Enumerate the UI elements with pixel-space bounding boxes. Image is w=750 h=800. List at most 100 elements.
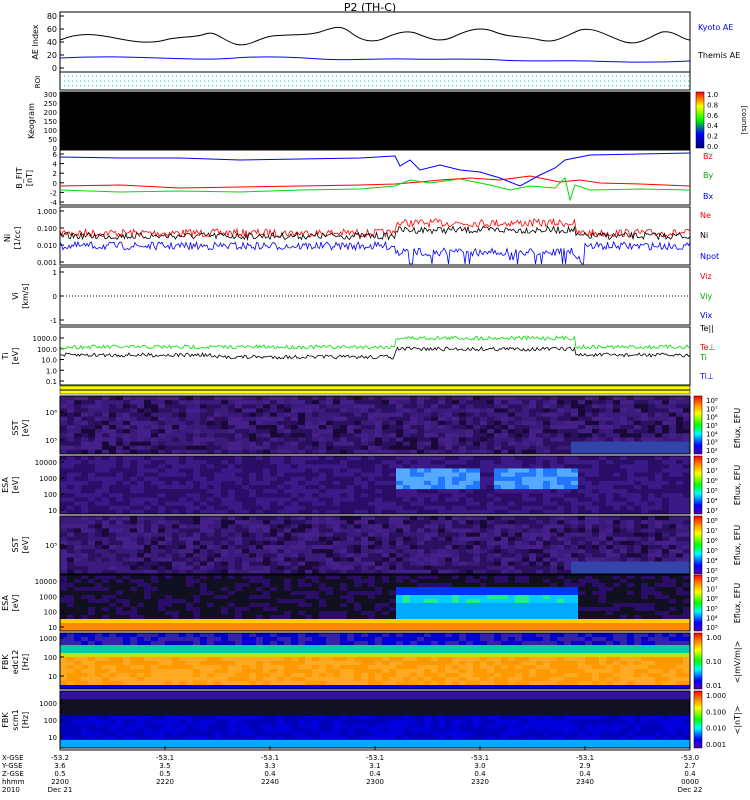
- spectrogram-cell: [186, 497, 194, 503]
- spectrogram-cell: [221, 420, 229, 426]
- spectrogram-cell: [165, 599, 173, 604]
- spectrogram-cell: [459, 505, 467, 511]
- spectrogram-cell: [417, 480, 425, 486]
- spectrogram-cell: [298, 565, 306, 571]
- spectrogram-cell: [291, 611, 299, 616]
- spectrogram-cell: [144, 532, 152, 538]
- spectrogram-cell: [193, 579, 201, 584]
- spectrogram-cell: [361, 472, 369, 478]
- spectrogram-cell: [298, 416, 306, 422]
- spectrogram-cell: [452, 611, 460, 616]
- spectrogram-cell: [592, 404, 600, 409]
- spectrogram-cell: [60, 416, 68, 422]
- spectrogram-cell: [305, 619, 313, 624]
- spectrogram-cell: [466, 425, 474, 430]
- spectrogram-cell: [130, 489, 138, 494]
- spectrogram-cell: [403, 595, 411, 600]
- spectrogram-cell: [186, 623, 194, 628]
- spectrogram-cell: [165, 468, 173, 474]
- spectrogram-cell: [312, 445, 320, 451]
- spectrogram-cell: [305, 524, 313, 529]
- spectrogram-cell: [298, 505, 306, 511]
- spectrogram-cell: [557, 408, 565, 414]
- spectrogram-cell: [123, 540, 131, 546]
- spectrogram-cell: [389, 583, 397, 588]
- spectrogram-cell: [501, 476, 509, 482]
- spectrogram-cell: [263, 557, 271, 563]
- spectrogram-cell: [585, 468, 593, 474]
- spectrogram-cell: [417, 456, 425, 461]
- spectrogram-cell: [165, 464, 173, 469]
- spectrogram-cell: [200, 396, 208, 401]
- spectrogram-cell: [326, 501, 334, 507]
- spectrogram-cell: [242, 425, 250, 430]
- spectrogram-cell: [375, 480, 383, 486]
- spectrogram-cell: [249, 528, 257, 534]
- spectrogram-cell: [571, 603, 579, 608]
- spectrogram-cell: [375, 536, 383, 542]
- sst-ion-spectrogram: 10⁸10⁷10⁶10⁵10⁴10³10⁵: [45, 515, 718, 575]
- spectrogram-cell: [375, 445, 383, 451]
- spectrogram-cell: [277, 540, 285, 546]
- spectrogram-colorbar: [693, 515, 703, 575]
- spectrogram-cell: [557, 579, 565, 584]
- spectrogram-cell: [578, 493, 586, 498]
- spectrogram-cell: [473, 472, 481, 478]
- spectrogram-cell: [130, 599, 138, 604]
- spectrogram-cell: [81, 437, 89, 443]
- spectrogram-cell: [249, 489, 257, 494]
- spectrogram-cell: [305, 583, 313, 588]
- spectrogram-cell: [543, 579, 551, 584]
- spectrogram-cell: [592, 396, 600, 401]
- spectrogram-cell: [452, 505, 460, 511]
- spectrogram-cell: [459, 579, 467, 584]
- spectrogram-cell: [410, 528, 418, 534]
- spectrogram-cell: [494, 549, 502, 554]
- spectrogram-cell: [333, 429, 341, 434]
- spectrogram-cell: [312, 536, 320, 542]
- spectrogram-cell: [683, 404, 691, 409]
- spectrogram-cell: [585, 441, 593, 447]
- spectrogram-cell: [95, 587, 103, 592]
- spectrogram-cell: [207, 615, 215, 620]
- spectrogram-cell: [515, 553, 523, 558]
- legend-te-par: Te||: [699, 324, 714, 333]
- spectrogram-cell: [396, 561, 404, 567]
- spectrogram-cell: [599, 408, 607, 414]
- spectrogram-cell: [557, 623, 565, 628]
- spectrogram-cell: [270, 520, 278, 525]
- spectrogram-cell: [242, 468, 250, 474]
- spectrogram-cell: [207, 540, 215, 546]
- spectrogram-cell: [193, 497, 201, 503]
- spectrogram-cell: [137, 404, 145, 409]
- spectrogram-cell: [235, 429, 243, 434]
- spectrogram-cell: [270, 583, 278, 588]
- spectrogram-cell: [655, 489, 663, 494]
- spectrogram-cell: [130, 480, 138, 486]
- spectrogram-cell: [536, 476, 544, 482]
- spectrogram-cell: [291, 595, 299, 600]
- spectrogram-cell: [459, 485, 467, 490]
- spectrogram-cell: [291, 505, 299, 511]
- spectrogram-cell: [424, 472, 432, 478]
- spectrogram-cell: [627, 493, 635, 498]
- spectrogram-cell: [445, 611, 453, 616]
- spectrogram-cell: [333, 561, 341, 567]
- spectrogram-cell: [683, 493, 691, 498]
- spectrogram-cell: [417, 565, 425, 571]
- spectrogram-cell: [529, 540, 537, 546]
- spectrogram-cell: [431, 464, 439, 469]
- spectrogram-cell: [578, 587, 586, 592]
- spectrogram-cell: [340, 396, 348, 401]
- spectrogram-cell: [200, 400, 208, 405]
- spectrogram-cell: [403, 420, 411, 426]
- spectrogram-cell: [613, 553, 621, 558]
- spectrogram-cell: [88, 595, 96, 600]
- spectrogram-cell: [578, 497, 586, 503]
- spectrogram-cell: [613, 528, 621, 534]
- spectrogram-cell: [207, 441, 215, 447]
- spectrogram-cell: [676, 505, 684, 511]
- spectrogram-cell: [669, 536, 677, 542]
- spectrogram-cell: [361, 583, 369, 588]
- spectrogram-cell: [613, 404, 621, 409]
